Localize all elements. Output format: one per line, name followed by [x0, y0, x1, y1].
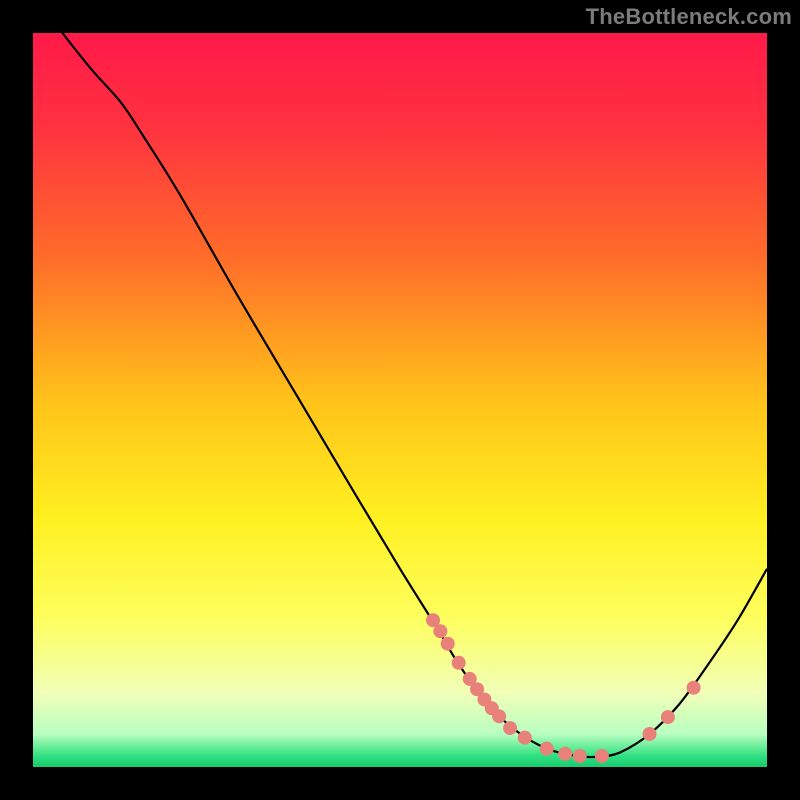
data-marker — [441, 637, 455, 651]
data-marker — [518, 731, 532, 745]
data-marker — [643, 727, 657, 741]
chart-svg — [33, 33, 767, 767]
chart-frame: TheBottleneck.com — [0, 0, 800, 800]
plot-area — [33, 33, 767, 767]
data-marker — [661, 710, 675, 724]
attribution-text: TheBottleneck.com — [586, 4, 792, 30]
data-marker — [492, 709, 506, 723]
data-marker — [503, 721, 517, 735]
data-marker — [573, 749, 587, 763]
data-marker — [595, 749, 609, 763]
data-marker — [452, 656, 466, 670]
gradient-rect — [33, 33, 767, 767]
data-marker — [540, 742, 554, 756]
data-marker — [558, 747, 572, 761]
data-marker — [433, 624, 447, 638]
data-marker — [687, 681, 701, 695]
